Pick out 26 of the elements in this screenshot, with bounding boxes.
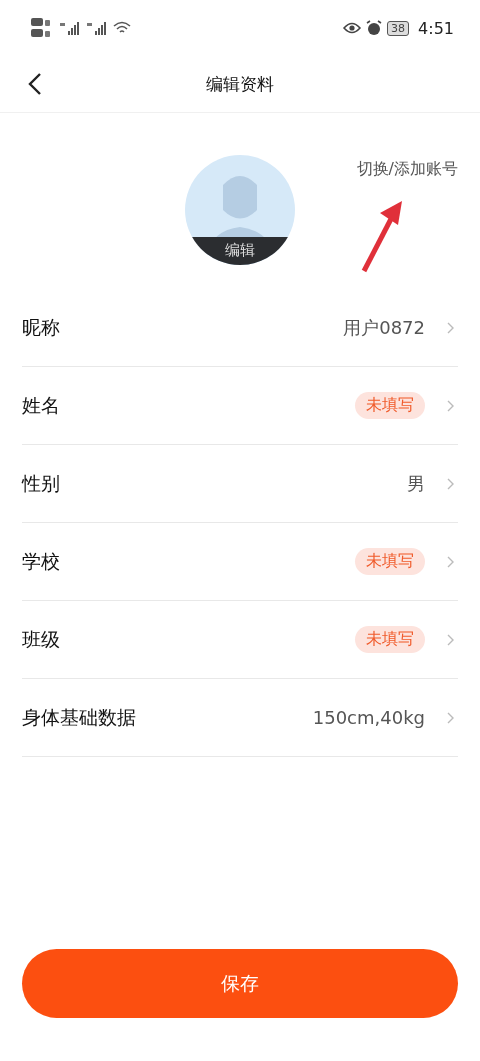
battery-level: 38	[387, 20, 410, 36]
chevron-right-icon[interactable]	[447, 633, 454, 646]
chevron-right-icon[interactable]	[447, 711, 454, 724]
signal-icon	[86, 20, 108, 36]
field-label: 学校	[22, 548, 61, 574]
signal-icon	[59, 20, 81, 36]
chevron-right-icon[interactable]	[447, 477, 454, 490]
switch-account-link[interactable]: 切换/添加账号	[356, 159, 458, 180]
chevron-right-icon[interactable]	[447, 321, 454, 334]
back-icon[interactable]	[28, 72, 42, 96]
field-label: 姓名	[22, 392, 61, 418]
field-value[interactable]: 150cm,40kg	[312, 707, 425, 728]
page-title: 编辑资料	[206, 72, 274, 96]
field-label: 身体基础数据	[22, 704, 137, 730]
field-label: 昵称	[22, 314, 61, 340]
chevron-right-icon[interactable]	[447, 555, 454, 568]
alarm-icon	[366, 20, 383, 36]
wifi-icon	[113, 21, 131, 35]
eye-icon	[343, 22, 362, 34]
field-value[interactable]: 男	[407, 471, 425, 496]
field-label: 性别	[22, 470, 61, 496]
clock-time: 4:51	[418, 18, 454, 38]
field-value[interactable]: 用户0872	[343, 315, 425, 340]
chevron-right-icon[interactable]	[447, 399, 454, 412]
avatar[interactable]: 编辑	[185, 155, 295, 265]
field-label: 班级	[22, 626, 61, 652]
